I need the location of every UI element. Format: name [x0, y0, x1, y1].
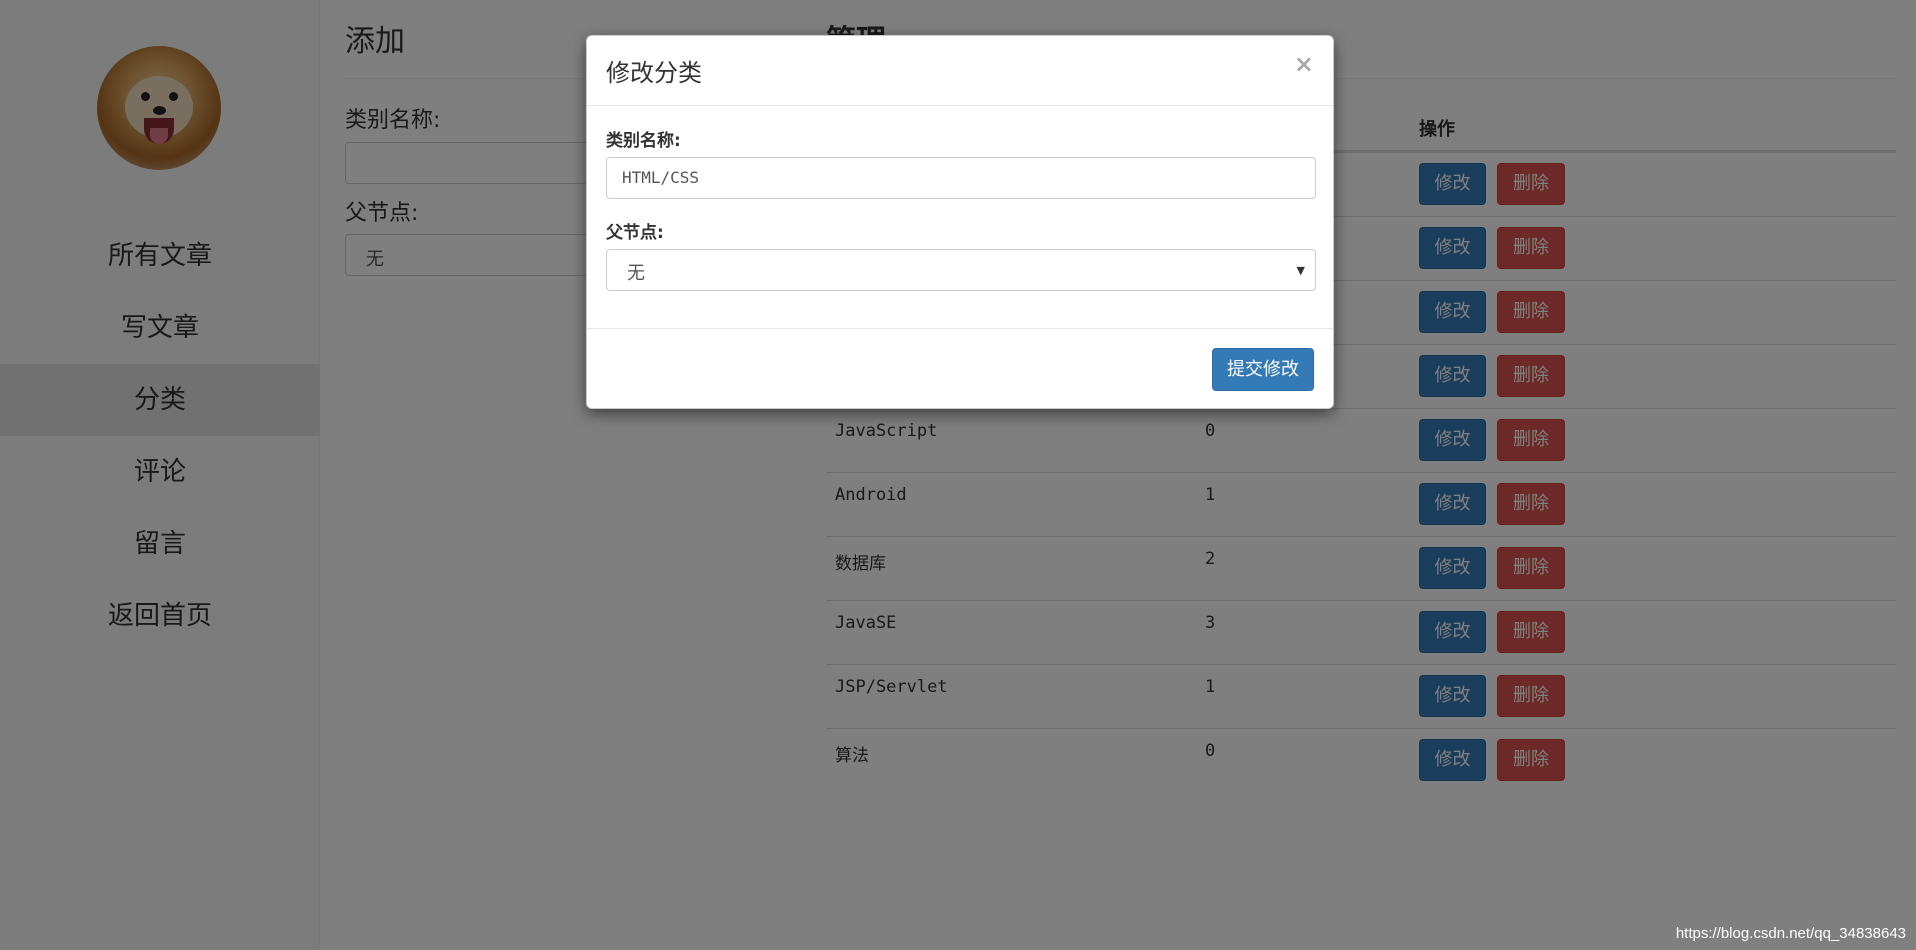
chevron-down-icon: ▼: [1296, 264, 1305, 277]
modal-category-name-input[interactable]: HTML/CSS: [606, 157, 1316, 199]
close-icon[interactable]: ×: [1294, 50, 1314, 78]
modal-title: 修改分类: [606, 59, 702, 87]
modal-footer-divider: [587, 328, 1333, 329]
modal-parent-node-select[interactable]: 无 ▼: [606, 249, 1316, 291]
modal-header: 修改分类 ×: [587, 36, 1333, 106]
edit-category-modal: 修改分类 × 类别名称: HTML/CSS 父节点: 无 ▼ 提交修改: [586, 35, 1334, 409]
modal-parent-node-label: 父节点:: [606, 223, 664, 243]
modal-parent-node-value: 无: [627, 263, 645, 284]
modal-category-name-label: 类别名称:: [606, 131, 681, 151]
submit-edit-button[interactable]: 提交修改: [1212, 348, 1314, 391]
watermark: https://blog.csdn.net/qq_34838643: [1675, 925, 1906, 942]
